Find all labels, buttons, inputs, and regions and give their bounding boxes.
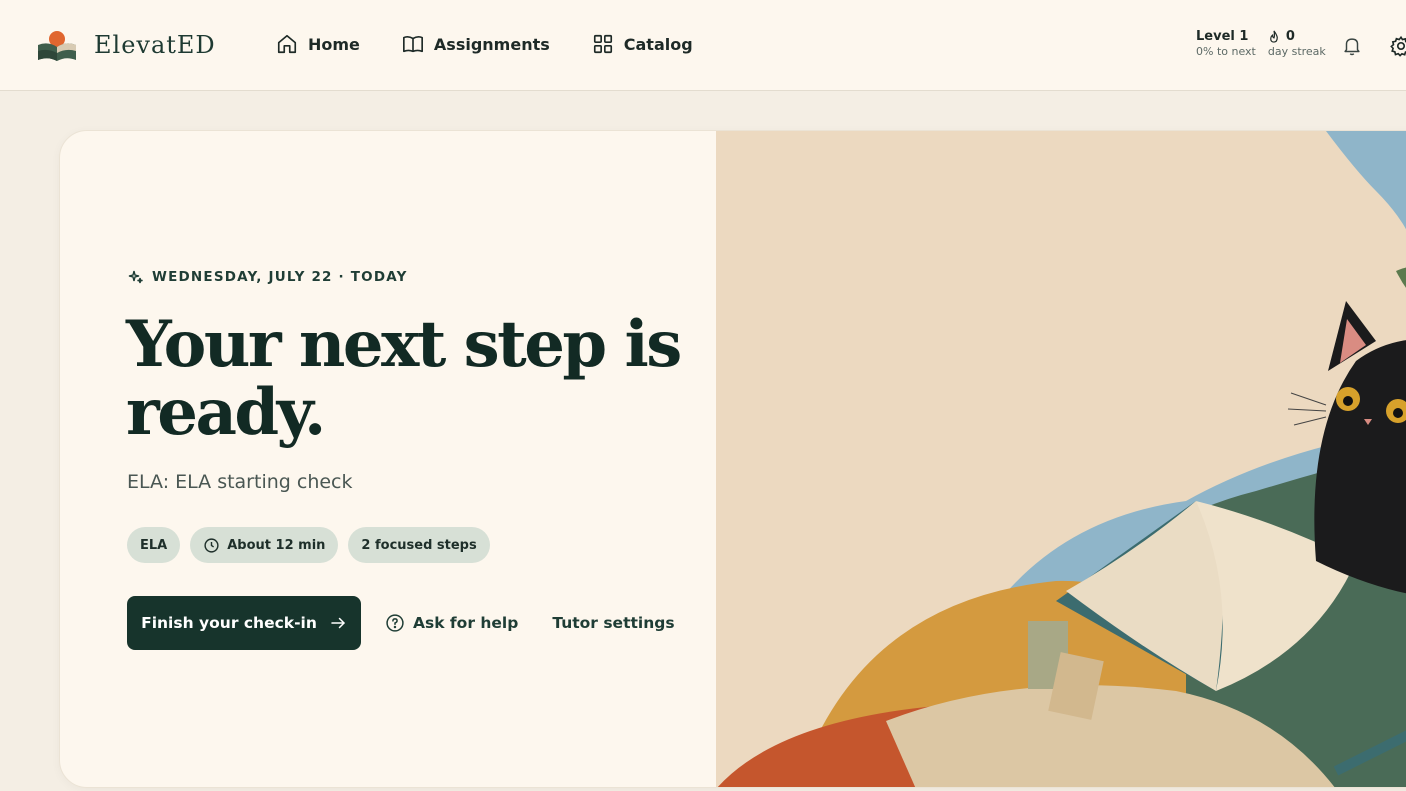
page-title: Your next step is ready. — [126, 307, 682, 450]
assignment-subtitle: ELA: ELA starting check — [127, 471, 353, 493]
subject-chip: ELA — [127, 527, 181, 563]
finish-check-in-button[interactable]: Finish your check-in — [127, 596, 361, 650]
level-stat[interactable]: Level 1 0% to next — [1196, 29, 1256, 59]
ask-for-help-button[interactable]: Ask for help — [385, 613, 518, 633]
logo[interactable]: ElevatED — [34, 27, 216, 63]
flame-icon — [1270, 30, 1278, 43]
app-name: ElevatED — [94, 31, 216, 59]
nav-item-label: Assignments — [433, 34, 550, 54]
sparkle-icon — [128, 270, 143, 284]
nav-item-assignments[interactable]: Assignments — [402, 33, 550, 55]
streak-value: 0 — [1285, 29, 1295, 44]
home-icon — [277, 34, 297, 54]
hero-illustration — [716, 131, 1406, 787]
clock-icon — [204, 537, 219, 553]
assignment-tags: ELA About 12 min 2 focused steps — [127, 527, 500, 563]
level-progress: 0% to next — [1196, 45, 1256, 58]
streak-label: day streak — [1267, 45, 1326, 58]
grid-icon — [593, 34, 612, 54]
progress-stats: Level 1 0% to next 0 day streak — [1196, 29, 1338, 59]
bell-icon[interactable] — [1341, 35, 1363, 57]
date-text: WEDNESDAY, JULY 22 · TODAY — [152, 269, 408, 285]
duration-chip: About 12 min — [190, 527, 339, 563]
level-label: Level 1 — [1196, 29, 1249, 44]
nav-item-catalog[interactable]: Catalog — [592, 33, 693, 55]
top-navigation-bar: ElevatED Home Assignments Catalog Level … — [0, 0, 1406, 91]
hero-card: WEDNESDAY, JULY 22 · TODAY Your next ste… — [59, 130, 1406, 788]
nav-item-home[interactable]: Home — [276, 33, 360, 55]
book-icon — [402, 36, 423, 53]
streak-stat[interactable]: 0 day streak — [1268, 29, 1326, 59]
nav-item-label: Home — [308, 34, 360, 54]
main-nav: Home Assignments Catalog — [276, 33, 735, 55]
tutor-settings-button[interactable]: Tutor settings — [552, 614, 674, 632]
hero-actions: Finish your check-in Ask for help Tutor … — [127, 596, 675, 650]
gear-icon[interactable] — [1390, 35, 1406, 57]
logo-book-sun-icon — [38, 31, 76, 61]
help-circle-icon — [386, 614, 404, 632]
steps-chip: 2 focused steps — [348, 527, 490, 563]
date-label: WEDNESDAY, JULY 22 · TODAY — [128, 269, 408, 285]
nav-item-label: Catalog — [623, 34, 693, 54]
arrow-right-icon — [331, 617, 345, 629]
